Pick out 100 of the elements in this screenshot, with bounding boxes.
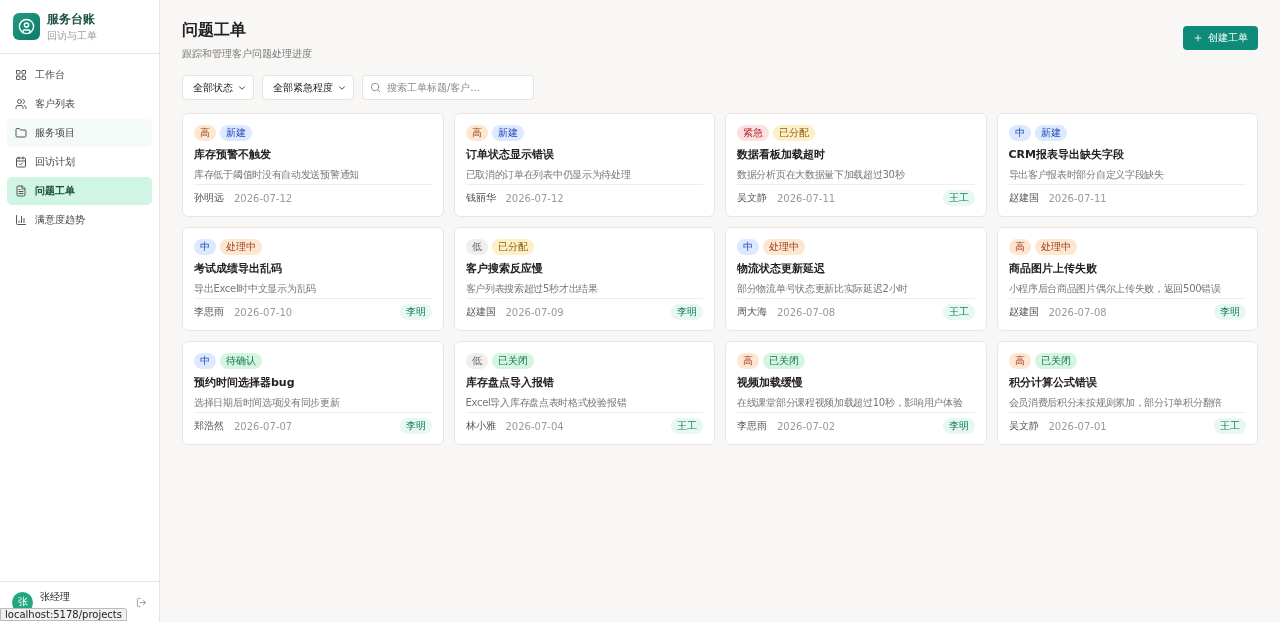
ticket-date: 2026-07-11	[1048, 192, 1107, 204]
ticket-date: 2026-07-02	[777, 420, 836, 432]
nav-item[interactable]: 工作台	[7, 61, 152, 89]
ticket-title: 商品图片上传失败	[1008, 261, 1098, 276]
customer-name: 林小雅	[465, 419, 496, 433]
ticket-date: 2026-07-04	[505, 420, 564, 432]
assignee-tag: 李明	[942, 418, 975, 434]
ticket-title: 视频加载缓慢	[737, 375, 804, 390]
folder-icon	[15, 127, 27, 139]
priority-tag: 中	[194, 239, 216, 255]
ticket-card[interactable]: 中 新建 CRM报表导出缺失字段 导出客户报表时部分自定义字段缺失 赵建国 2026-07-11	[996, 113, 1258, 217]
nav-item[interactable]: 满意度趋势	[7, 206, 152, 234]
ticket-title: 数据看板加载超时	[737, 147, 826, 162]
status-select[interactable]: 全部状态	[182, 75, 254, 100]
priority-tag: 低	[465, 239, 488, 255]
assignee-tag: 李明	[399, 304, 432, 320]
priority-tag: 中	[194, 353, 216, 369]
customer-name: 李思雨	[194, 305, 224, 319]
nav-item[interactable]: 问题工单	[7, 177, 152, 205]
ticket-description: 选择日期后时间选项没有同步更新	[194, 396, 341, 410]
ticket-card[interactable]: 低 已关闭 库存盘点导入报错 Excel导入库存盘点表时格式校验报错 林小雅 2026-07-04 王工	[453, 341, 715, 445]
customer-name: 吴文静	[737, 191, 767, 205]
priority-select[interactable]: 全部紧急程度	[262, 75, 354, 100]
ticket-card[interactable]: 高 处理中 商品图片上传失败 小程序后台商品图片偶尔上传失败，返回500错误 赵建国 2026-07-08 李明	[996, 227, 1258, 331]
ticket-card[interactable]: 低 已分配 客户搜索反应慢 客户列表搜索超过5秒才出结果 赵建国 2026-07-09 李明	[453, 227, 715, 331]
create-ticket-button[interactable]: 创建工单	[1183, 26, 1258, 50]
ticket-title: 物流状态更新延迟	[737, 261, 826, 276]
priority-tag: 紧急	[737, 125, 769, 141]
ticket-description: 数据分析页在大数据量下加载超过30秒	[737, 168, 906, 182]
customer-name: 赵建国	[1008, 305, 1039, 319]
ticket-date: 2026-07-11	[777, 192, 836, 204]
ticket-title: 订单状态显示错误	[465, 147, 555, 162]
page-subtitle: 跟踪和管理客户问题处理进度	[182, 47, 312, 61]
assignee-tag: 王工	[671, 418, 703, 434]
nav-item[interactable]: 服务项目	[7, 119, 152, 147]
customer-name: 钱丽华	[465, 191, 496, 205]
search-icon	[370, 82, 381, 93]
ticket-card[interactable]: 高 已关闭 视频加载缓慢 在线课堂部分课程视频加载超过10秒，影响用户体验 李思雨 2026-07-02 李明	[725, 341, 987, 445]
priority-tag: 中	[1008, 125, 1031, 141]
ticket-description: 导出客户报表时部分自定义字段缺失	[1008, 168, 1165, 182]
ticket-date: 2026-07-08	[1048, 306, 1107, 318]
ticket-card[interactable]: 中 待确认 预约时间选择器bug 选择日期后时间选项没有同步更新 郑浩然 2026-07-07 李明	[182, 341, 444, 445]
users-icon	[15, 98, 27, 110]
ticket-description: 小程序后台商品图片偶尔上传失败，返回500错误	[1008, 282, 1222, 296]
ticket-card[interactable]: 高 已关闭 积分计算公式错误 会员消费后积分未按规则累加，部分订单积分翻倍 吴文静 2026-07-01 王工	[996, 341, 1258, 445]
search-field[interactable]: 搜索工单标题/客户...	[362, 75, 534, 100]
status-tag: 处理中	[763, 239, 805, 255]
logout-icon[interactable]	[136, 596, 147, 608]
ticket-card[interactable]: 高 新建 订单状态显示错误 已取消的订单在列表中仍显示为待处理 钱丽华 2026-07-12	[453, 113, 715, 217]
ticket-description: Excel导入库存盘点表时格式校验报错	[465, 396, 628, 410]
assignee-tag: 李明	[1214, 304, 1246, 320]
assignee-tag: 李明	[671, 304, 703, 320]
calendar-icon	[15, 156, 27, 168]
ticket-title: 库存预警不触发	[194, 147, 272, 162]
ticket-card[interactable]: 中 处理中 物流状态更新延迟 部分物流单号状态更新比实际延迟2小时 周大海 2026-07-08 王工	[725, 227, 987, 331]
ticket-description: 库存低于阈值时没有自动发送预警通知	[194, 168, 360, 182]
ticket-date: 2026-07-09	[505, 306, 564, 318]
customer-name: 郑浩然	[194, 419, 224, 433]
ticket-description: 会员消费后积分未按规则累加，部分订单积分翻倍	[1008, 396, 1223, 410]
nav-item[interactable]: 回访计划	[7, 148, 152, 176]
ticket-date: 2026-07-12	[234, 192, 293, 204]
grid-icon	[15, 69, 27, 81]
assignee-tag: 王工	[942, 190, 975, 206]
priority-tag: 低	[465, 353, 488, 369]
status-tag: 处理中	[220, 239, 262, 255]
ticket-title: CRM报表导出缺失字段	[1008, 147, 1125, 162]
ticket-date: 2026-07-07	[234, 420, 293, 432]
ticket-title: 考试成绩导出乱码	[194, 261, 283, 276]
ticket-date: 2026-07-12	[505, 192, 564, 204]
ticket-title: 客户搜索反应慢	[465, 261, 544, 276]
priority-tag: 高	[1008, 239, 1031, 255]
status-tag: 新建	[491, 125, 524, 141]
assignee-tag: 李明	[399, 418, 432, 434]
assignee-tag: 王工	[1214, 418, 1246, 434]
brand-title: 服务台账	[47, 10, 96, 28]
ticket-description: 已取消的订单在列表中仍显示为待处理	[465, 168, 632, 182]
ticket-title: 预约时间选择器bug	[194, 375, 296, 390]
url-tooltip: localhost:5178/projects	[0, 608, 127, 621]
ticket-description: 客户列表搜索超过5秒才出结果	[465, 282, 599, 296]
ticket-date: 2026-07-10	[234, 306, 293, 318]
customer-name: 赵建国	[465, 305, 496, 319]
status-tag: 已分配	[773, 125, 815, 141]
status-tag: 已关闭	[1034, 353, 1077, 369]
ticket-card[interactable]: 紧急 已分配 数据看板加载超时 数据分析页在大数据量下加载超过30秒 吴文静 2026-07-11 王工	[725, 113, 987, 217]
customer-name: 周大海	[737, 305, 767, 319]
bar-chart-icon	[15, 214, 27, 226]
ticket-card[interactable]: 中 处理中 考试成绩导出乱码 导出Excel时中文显示为乱码 李思雨 2026-07-10 李明	[182, 227, 444, 331]
priority-tag: 高	[194, 125, 216, 141]
status-tag: 待确认	[220, 353, 262, 369]
priority-tag: 高	[465, 125, 488, 141]
assignee-tag: 王工	[942, 304, 975, 320]
ticket-title: 库存盘点导入报错	[465, 375, 555, 390]
nav-item[interactable]: 客户列表	[7, 90, 152, 118]
status-tag: 处理中	[1034, 239, 1077, 255]
ticket-date: 2026-07-01	[1048, 420, 1107, 432]
ticket-date: 2026-07-08	[777, 306, 836, 318]
status-tag: 已分配	[491, 239, 534, 255]
priority-tag: 中	[737, 239, 759, 255]
ticket-card[interactable]: 高 新建 库存预警不触发 库存低于阈值时没有自动发送预警通知 孙明远 2026-07-12	[182, 113, 444, 217]
document-icon	[15, 185, 27, 197]
